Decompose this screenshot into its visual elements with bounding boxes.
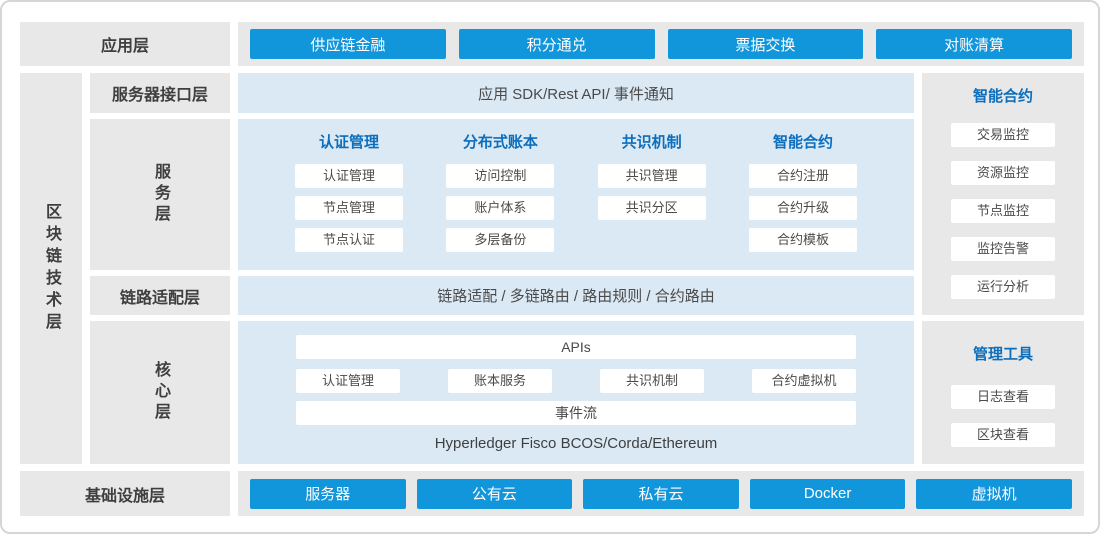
service-column-header: 智能合约 [773, 132, 833, 154]
panel-item: 资源监控 [951, 161, 1055, 185]
infrastructure-layer-label: 基础设施层 [20, 471, 230, 516]
service-item: 合约注册 [749, 164, 857, 188]
core-layer-label: 核心层 [90, 321, 230, 464]
platforms-text: Hyperledger Fisco BCOS/Corda/Ethereum [296, 435, 856, 452]
service-column-header: 认证管理 [319, 132, 379, 154]
service-column-header: 共识机制 [622, 132, 682, 154]
blockchain-layer-label: 区块链技术层 [20, 73, 82, 464]
infra-node-public-cloud: 公有云 [417, 479, 573, 509]
app-node-points-exchange: 积分通兑 [459, 29, 655, 59]
panel-item: 节点监控 [951, 199, 1055, 223]
service-column-header: 分布式账本 [463, 132, 538, 154]
event-stream-bar: 事件流 [296, 401, 856, 425]
core-layer-label-text: 核心层 [148, 361, 172, 424]
interface-layer-bar: 应用 SDK/Rest API/ 事件通知 [238, 73, 914, 113]
infra-node-docker: Docker [750, 479, 906, 509]
panel-item: 区块查看 [951, 423, 1055, 447]
service-layer-panel: 认证管理 认证管理 节点管理 节点认证 分布式账本 访问控制 账户体系 多层备份… [238, 119, 914, 270]
service-column-contract: 智能合约 合约注册 合约升级 合约模板 [749, 132, 857, 270]
service-column-auth: 认证管理 认证管理 节点管理 节点认证 [295, 132, 403, 270]
panel-item: 监控告警 [951, 237, 1055, 261]
app-node-bill-exchange: 票据交换 [668, 29, 864, 59]
application-layer-label: 应用层 [20, 22, 230, 66]
service-column-consensus: 共识机制 共识管理 共识分区 [598, 132, 706, 270]
architecture-diagram: 应用层 供应链金融 积分通兑 票据交换 对账清算 区块链技术层 服务器接口层 服… [0, 0, 1100, 534]
core-module: 账本服务 [448, 369, 552, 393]
infra-node-private-cloud: 私有云 [583, 479, 739, 509]
service-item: 节点管理 [295, 196, 403, 220]
core-module: 合约虚拟机 [752, 369, 856, 393]
application-layer-strip: 供应链金融 积分通兑 票据交换 对账清算 [238, 22, 1084, 66]
infra-node-vm: 虚拟机 [916, 479, 1072, 509]
service-item: 共识分区 [598, 196, 706, 220]
service-layer-label: 服务层 [90, 119, 230, 270]
tools-panel: 管理工具 日志查看 区块查看 [922, 321, 1084, 464]
blockchain-layer-label-text: 区块链技术层 [39, 203, 63, 335]
infrastructure-layer-strip: 服务器 公有云 私有云 Docker 虚拟机 [238, 471, 1084, 516]
service-item: 共识管理 [598, 164, 706, 188]
core-module: 共识机制 [600, 369, 704, 393]
apis-bar: APIs [296, 335, 856, 359]
service-item: 节点认证 [295, 228, 403, 252]
service-item: 账户体系 [446, 196, 554, 220]
core-module: 认证管理 [296, 369, 400, 393]
link-layer-bar: 链路适配 / 多链路由 / 路由规则 / 合约路由 [238, 276, 914, 315]
infra-node-server: 服务器 [250, 479, 406, 509]
panel-item: 运行分析 [951, 275, 1055, 299]
service-item: 合约模板 [749, 228, 857, 252]
monitor-panel: 智能合约 交易监控 资源监控 节点监控 监控告警 运行分析 [922, 73, 1084, 315]
app-node-supply-chain-finance: 供应链金融 [250, 29, 446, 59]
app-node-reconciliation: 对账清算 [876, 29, 1072, 59]
link-layer-label: 链路适配层 [90, 276, 230, 315]
service-item: 合约升级 [749, 196, 857, 220]
panel-item: 交易监控 [951, 123, 1055, 147]
monitor-panel-header: 智能合约 [973, 87, 1033, 107]
service-layer-label-text: 服务层 [148, 163, 172, 226]
panel-item: 日志查看 [951, 385, 1055, 409]
core-layer-panel: APIs 认证管理 账本服务 共识机制 合约虚拟机 事件流 Hyperledge… [238, 321, 914, 464]
tools-panel-header: 管理工具 [973, 345, 1033, 365]
interface-layer-label: 服务器接口层 [90, 73, 230, 113]
service-item: 多层备份 [446, 228, 554, 252]
core-modules-row: 认证管理 账本服务 共识机制 合约虚拟机 [296, 369, 856, 393]
service-item: 访问控制 [446, 164, 554, 188]
service-column-ledger: 分布式账本 访问控制 账户体系 多层备份 [446, 132, 554, 270]
service-item: 认证管理 [295, 164, 403, 188]
